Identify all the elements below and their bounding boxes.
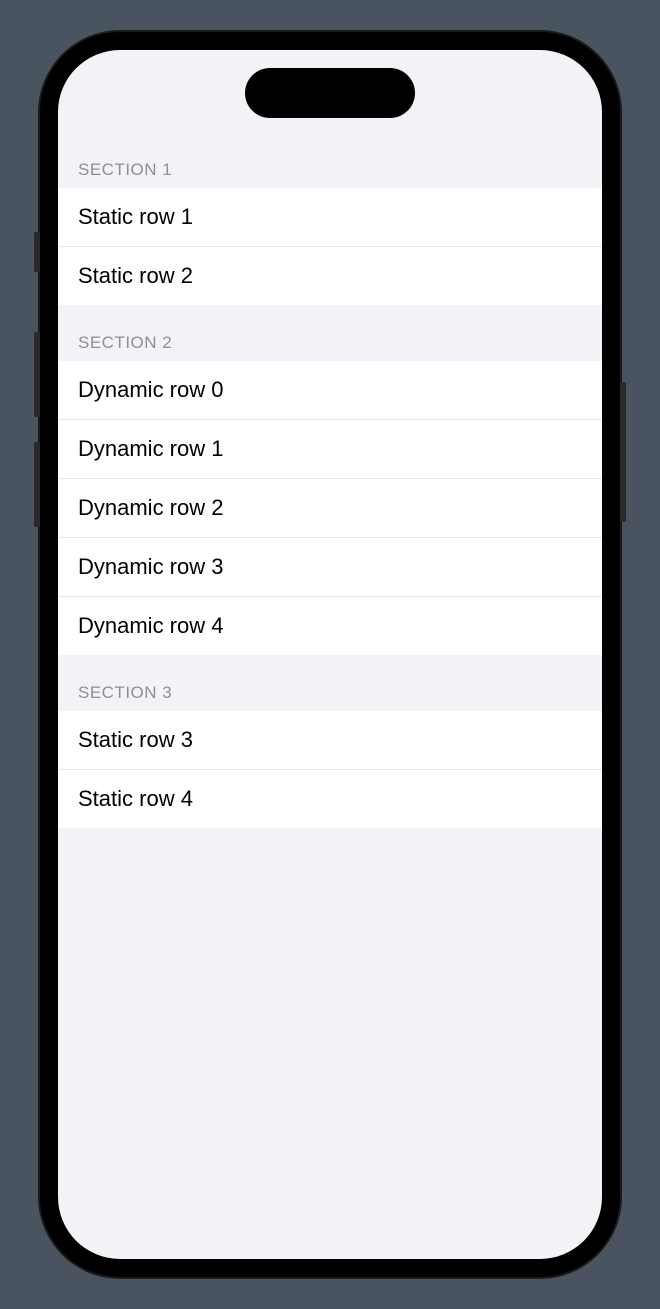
phone-volume-up-button (34, 332, 40, 417)
list-row[interactable]: Dynamic row 3 (58, 538, 602, 597)
section-header-3: Section 3 (58, 655, 602, 711)
list-row[interactable]: Static row 1 (58, 188, 602, 247)
section-header-2: Section 2 (58, 305, 602, 361)
list-row[interactable]: Static row 4 (58, 770, 602, 828)
phone-silence-switch (34, 232, 40, 272)
section-header-1: Section 1 (58, 142, 602, 188)
list-row[interactable]: Dynamic row 2 (58, 479, 602, 538)
list-section-1: Static row 1 Static row 2 (58, 188, 602, 305)
list-row[interactable]: Dynamic row 1 (58, 420, 602, 479)
phone-power-button (620, 382, 626, 522)
list-section-2: Dynamic row 0 Dynamic row 1 Dynamic row … (58, 361, 602, 655)
list-row[interactable]: Dynamic row 4 (58, 597, 602, 655)
phone-frame: Section 1 Static row 1 Static row 2 Sect… (40, 32, 620, 1277)
list-row[interactable]: Dynamic row 0 (58, 361, 602, 420)
scroll-content[interactable]: Section 1 Static row 1 Static row 2 Sect… (58, 50, 602, 1259)
list-row[interactable]: Static row 3 (58, 711, 602, 770)
phone-screen: Section 1 Static row 1 Static row 2 Sect… (58, 50, 602, 1259)
list-section-3: Static row 3 Static row 4 (58, 711, 602, 828)
list-row[interactable]: Static row 2 (58, 247, 602, 305)
phone-volume-down-button (34, 442, 40, 527)
dynamic-island (245, 68, 415, 118)
